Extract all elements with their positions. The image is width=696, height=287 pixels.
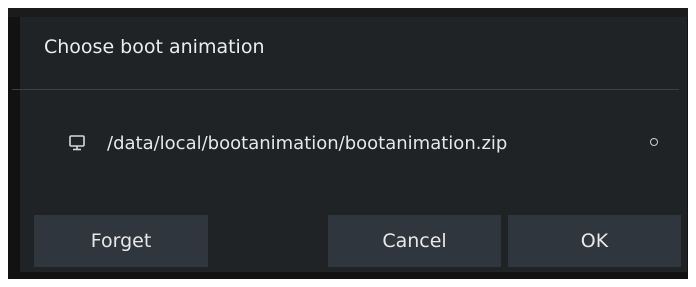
forget-button[interactable]: Forget (34, 215, 208, 267)
radio-button[interactable] (650, 138, 658, 146)
dialog-title: Choose boot animation (44, 36, 265, 58)
boot-animation-option[interactable]: /data/local/bootanimation/bootanimation.… (40, 124, 680, 164)
ok-button[interactable]: OK (508, 215, 681, 267)
cancel-button[interactable]: Cancel (328, 215, 501, 267)
top-strip (8, 8, 688, 17)
monitor-icon (68, 134, 86, 152)
title-divider (12, 89, 679, 90)
option-label: /data/local/bootanimation/bootanimation.… (107, 133, 508, 154)
